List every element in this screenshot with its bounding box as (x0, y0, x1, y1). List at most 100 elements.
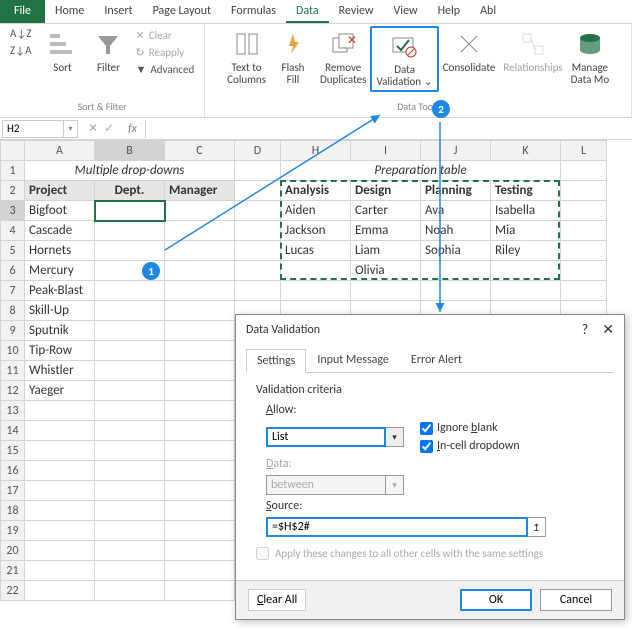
row-head-7[interactable]: 7 (1, 281, 25, 301)
cell-H4[interactable]: Jackson (281, 221, 351, 241)
cell-A2[interactable]: Project (25, 181, 95, 201)
row-head-13[interactable]: 13 (1, 401, 25, 421)
incell-dropdown-checkbox[interactable] (420, 440, 433, 453)
tab-insert[interactable]: Insert (94, 0, 142, 23)
sort-button[interactable]: Sort (39, 26, 85, 76)
cell-H6[interactable] (281, 261, 351, 281)
tab-review[interactable]: Review (329, 0, 384, 23)
col-head-C[interactable]: C (165, 141, 235, 161)
tab-view[interactable]: View (384, 0, 428, 23)
col-head-A[interactable]: A (25, 141, 95, 161)
cell-A8[interactable]: Skill-Up (25, 301, 95, 321)
cell-B21[interactable] (95, 561, 165, 581)
cell-K4[interactable]: Mia (491, 221, 561, 241)
cell-C14[interactable] (165, 421, 235, 441)
row-head-14[interactable]: 14 (1, 421, 25, 441)
col-head-J[interactable]: J (421, 141, 491, 161)
ok-button[interactable]: OK (460, 589, 532, 611)
name-box[interactable] (2, 120, 64, 138)
cell-A1[interactable]: Multiple drop-downs (25, 161, 235, 181)
row-head-19[interactable]: 19 (1, 521, 25, 541)
col-head-H[interactable]: H (281, 141, 351, 161)
cell-D1[interactable] (235, 161, 281, 181)
cell-I4[interactable]: Emma (351, 221, 421, 241)
cell-A13[interactable] (25, 401, 95, 421)
cell-D3[interactable] (235, 201, 281, 221)
row-head-16[interactable]: 16 (1, 461, 25, 481)
advanced-filter-button[interactable]: ▼Advanced (131, 62, 198, 77)
row-head-2[interactable]: 2 (1, 181, 25, 201)
close-button[interactable]: ✕ (602, 321, 614, 338)
cell-C4[interactable] (165, 221, 235, 241)
cell-C13[interactable] (165, 401, 235, 421)
row-head-1[interactable]: 1 (1, 161, 25, 181)
allow-select[interactable] (266, 427, 386, 447)
cell-A10[interactable]: Tip-Row (25, 341, 95, 361)
cell-B4[interactable] (95, 221, 165, 241)
cancel-button[interactable]: Cancel (540, 589, 612, 611)
row-head-4[interactable]: 4 (1, 221, 25, 241)
cell-J7[interactable] (421, 281, 491, 301)
flash-fill-button[interactable]: Flash Fill (270, 26, 316, 88)
dialog-tab-input-message[interactable]: Input Message (306, 348, 400, 372)
cell-B2[interactable]: Dept. (95, 181, 165, 201)
consolidate-button[interactable]: Consolidate (439, 26, 500, 76)
row-head-11[interactable]: 11 (1, 361, 25, 381)
cell-B22[interactable] (95, 581, 165, 601)
cell-D7[interactable] (235, 281, 281, 301)
cell-C9[interactable] (165, 321, 235, 341)
cell-A20[interactable] (25, 541, 95, 561)
tab-help[interactable]: Help (428, 0, 471, 23)
cell-L2[interactable] (561, 181, 607, 201)
row-head-21[interactable]: 21 (1, 561, 25, 581)
dialog-tab-settings[interactable]: Settings (246, 349, 306, 373)
row-head-9[interactable]: 9 (1, 321, 25, 341)
cell-B14[interactable] (95, 421, 165, 441)
cell-D6[interactable] (235, 261, 281, 281)
cell-J2[interactable]: Planning (421, 181, 491, 201)
range-picker-button[interactable]: ↥ (528, 517, 546, 537)
row-head-12[interactable]: 12 (1, 381, 25, 401)
cell-C17[interactable] (165, 481, 235, 501)
cell-A15[interactable] (25, 441, 95, 461)
cell-B10[interactable] (95, 341, 165, 361)
cell-A21[interactable] (25, 561, 95, 581)
help-button[interactable]: ? (582, 321, 589, 338)
cell-B17[interactable] (95, 481, 165, 501)
cell-I6[interactable]: Olivia (351, 261, 421, 281)
cell-B7[interactable] (95, 281, 165, 301)
cell-C7[interactable] (165, 281, 235, 301)
cell-D2[interactable] (235, 181, 281, 201)
cell-B13[interactable] (95, 401, 165, 421)
row-head-8[interactable]: 8 (1, 301, 25, 321)
row-head-6[interactable]: 6 (1, 261, 25, 281)
row-head-20[interactable]: 20 (1, 541, 25, 561)
cell-A7[interactable]: Peak-Blast (25, 281, 95, 301)
cell-B16[interactable] (95, 461, 165, 481)
col-head-B[interactable]: B (95, 141, 165, 161)
cell-B5[interactable] (95, 241, 165, 261)
file-tab[interactable]: File (0, 0, 45, 23)
cell-K7[interactable] (491, 281, 561, 301)
cell-B15[interactable] (95, 441, 165, 461)
cell-I2[interactable]: Design (351, 181, 421, 201)
cell-J3[interactable]: Ava (421, 201, 491, 221)
cell-L3[interactable] (561, 201, 607, 221)
tab-ablebits[interactable]: Abl (470, 0, 506, 23)
tab-home[interactable]: Home (45, 0, 94, 23)
cell-L5[interactable] (561, 241, 607, 261)
cell-H1[interactable]: Preparation table (281, 161, 561, 181)
remove-duplicates-button[interactable]: ✕ Remove Duplicates (316, 26, 370, 88)
cell-C3[interactable] (165, 201, 235, 221)
cell-C20[interactable] (165, 541, 235, 561)
cell-B8[interactable] (95, 301, 165, 321)
clear-filter-button[interactable]: ✕Clear (131, 28, 198, 43)
cell-A22[interactable] (25, 581, 95, 601)
manage-data-model-button[interactable]: Manage Data Mo (567, 26, 613, 88)
col-head-K[interactable]: K (491, 141, 561, 161)
cell-K5[interactable]: Riley (491, 241, 561, 261)
allow-dropdown-button[interactable]: ▾ (386, 427, 404, 447)
cell-C2[interactable]: Manager (165, 181, 235, 201)
row-head-18[interactable]: 18 (1, 501, 25, 521)
cell-C22[interactable] (165, 581, 235, 601)
